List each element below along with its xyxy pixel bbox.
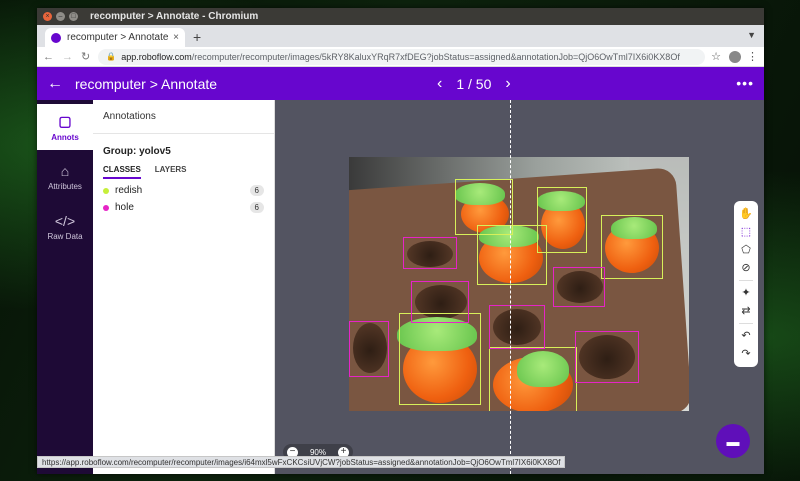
rail-label: Attributes bbox=[48, 182, 82, 191]
tab-search-icon[interactable]: ▼ bbox=[747, 30, 756, 40]
annotated-image[interactable] bbox=[349, 157, 689, 411]
tab-close-icon[interactable]: × bbox=[173, 32, 179, 43]
browser-menu-icon[interactable]: ⋮ bbox=[747, 50, 758, 63]
new-tab-button[interactable]: + bbox=[193, 29, 201, 45]
code-icon: </> bbox=[54, 213, 76, 229]
hand-pan-icon[interactable]: ✋ bbox=[739, 205, 753, 223]
hole-bbox[interactable] bbox=[411, 281, 469, 323]
link-status-bar: https://app.roboflow.com/recomputer/reco… bbox=[37, 456, 566, 468]
group-title: Group: yolov5 bbox=[103, 146, 171, 157]
bounding-box-tool-icon[interactable]: ⬚ bbox=[741, 223, 751, 241]
hole-bbox[interactable] bbox=[575, 331, 639, 383]
polygon-tool-icon[interactable]: ⬠ bbox=[741, 241, 751, 259]
annotation-canvas[interactable]: ✋ ⬚ ⬠ ⊘ ✦ ⇄ ↶ ↷ − 90% + ▬ bbox=[275, 100, 764, 474]
hole-bbox[interactable] bbox=[349, 321, 389, 377]
rail-label: Raw Data bbox=[47, 232, 83, 241]
window-minimize-button[interactable]: – bbox=[56, 12, 65, 21]
panel-header: Annotations bbox=[93, 100, 274, 134]
annotate-workspace: ▢ Annots ⌂ Attributes </> Raw Data Annot… bbox=[37, 100, 764, 474]
class-count-badge: 6 bbox=[249, 185, 264, 196]
window-titlebar: × – □ recomputer > Annotate - Chromium bbox=[37, 8, 764, 25]
bookmark-star-icon[interactable]: ☆ bbox=[711, 50, 721, 63]
class-item-redish[interactable]: redish 6 bbox=[93, 179, 274, 196]
app-header: ← recomputer > Annotate ‹ 1 / 50 › ••• bbox=[37, 67, 764, 100]
tab-strip: recomputer > Annotate × + ▼ bbox=[37, 25, 764, 47]
back-arrow-icon[interactable]: ← bbox=[43, 51, 54, 63]
roboflow-favicon-icon bbox=[51, 32, 61, 43]
window-maximize-button[interactable]: □ bbox=[69, 12, 78, 21]
redo-icon[interactable]: ↷ bbox=[741, 345, 750, 363]
smart-polygon-icon[interactable]: ✦ bbox=[741, 284, 750, 302]
redish-bbox[interactable] bbox=[477, 225, 547, 285]
image-counter: 1 / 50 bbox=[456, 75, 492, 92]
class-color-dot bbox=[103, 187, 109, 194]
redish-bbox[interactable] bbox=[399, 313, 481, 405]
browser-window: × – □ recomputer > Annotate - Chromium r… bbox=[37, 8, 764, 474]
rail-item-attributes[interactable]: ⌂ Attributes bbox=[37, 154, 93, 200]
redish-bbox[interactable] bbox=[489, 347, 577, 411]
annotations-panel: Annotations Group: yolov5 CLASSES LAYERS… bbox=[93, 100, 275, 474]
back-arrow-icon[interactable]: ← bbox=[47, 75, 63, 93]
image-pager: ‹ 1 / 50 › bbox=[423, 67, 525, 100]
prev-image-button[interactable]: ‹ bbox=[437, 75, 442, 93]
window-close-button[interactable]: × bbox=[43, 12, 52, 21]
hole-bbox[interactable] bbox=[403, 237, 457, 269]
address-bar[interactable]: 🔒 app.roboflow.com/recomputer/recomputer… bbox=[98, 48, 706, 65]
chat-support-button[interactable]: ▬ bbox=[716, 424, 750, 458]
more-options-icon[interactable]: ••• bbox=[736, 75, 754, 91]
page-title: recomputer > Annotate bbox=[75, 75, 218, 92]
toolbar-divider bbox=[739, 323, 753, 324]
crosshair-guide bbox=[510, 100, 511, 474]
repeat-icon[interactable]: ⇄ bbox=[741, 302, 750, 320]
hole-bbox[interactable] bbox=[553, 267, 605, 307]
forward-arrow-icon[interactable]: → bbox=[62, 51, 73, 63]
class-item-hole[interactable]: hole 6 bbox=[93, 196, 274, 213]
tab-layers[interactable]: LAYERS bbox=[155, 165, 187, 179]
next-image-button[interactable]: › bbox=[505, 75, 510, 93]
chat-bubble-icon: ▬ bbox=[726, 433, 740, 449]
rail-item-annots[interactable]: ▢ Annots bbox=[37, 104, 93, 150]
lock-icon: 🔒 bbox=[106, 52, 117, 61]
rail-item-raw-data[interactable]: </> Raw Data bbox=[37, 204, 93, 250]
window-title: recomputer > Annotate - Chromium bbox=[90, 11, 259, 22]
tab-classes[interactable]: CLASSES bbox=[103, 165, 141, 179]
url-path: /recomputer/recomputer/images/5kRY8Kalux… bbox=[191, 51, 680, 62]
browser-tab[interactable]: recomputer > Annotate × bbox=[45, 28, 185, 47]
url-host: app.roboflow.com bbox=[121, 51, 192, 62]
reload-icon[interactable]: ↻ bbox=[81, 50, 90, 63]
profile-avatar-icon[interactable] bbox=[729, 50, 741, 63]
undo-icon[interactable]: ↶ bbox=[741, 327, 750, 345]
tab-title: recomputer > Annotate bbox=[67, 32, 169, 43]
address-toolbar: ← → ↻ 🔒 app.roboflow.com/recomputer/reco… bbox=[37, 47, 764, 67]
panel-tabs: CLASSES LAYERS bbox=[93, 161, 274, 179]
toolbar-divider bbox=[739, 280, 753, 281]
rail-label: Annots bbox=[51, 132, 79, 142]
left-rail: ▢ Annots ⌂ Attributes </> Raw Data bbox=[37, 100, 93, 474]
null-annotation-icon[interactable]: ⊘ bbox=[741, 259, 750, 277]
hole-bbox[interactable] bbox=[489, 305, 545, 349]
class-label: hole bbox=[115, 202, 134, 213]
annotations-icon: ▢ bbox=[58, 112, 72, 129]
redish-bbox[interactable] bbox=[601, 215, 663, 279]
class-label: redish bbox=[115, 185, 143, 196]
class-count-badge: 6 bbox=[249, 202, 264, 213]
class-color-dot bbox=[103, 204, 109, 211]
annotation-toolbar: ✋ ⬚ ⬠ ⊘ ✦ ⇄ ↶ ↷ bbox=[734, 201, 758, 367]
tag-icon: ⌂ bbox=[60, 163, 70, 179]
